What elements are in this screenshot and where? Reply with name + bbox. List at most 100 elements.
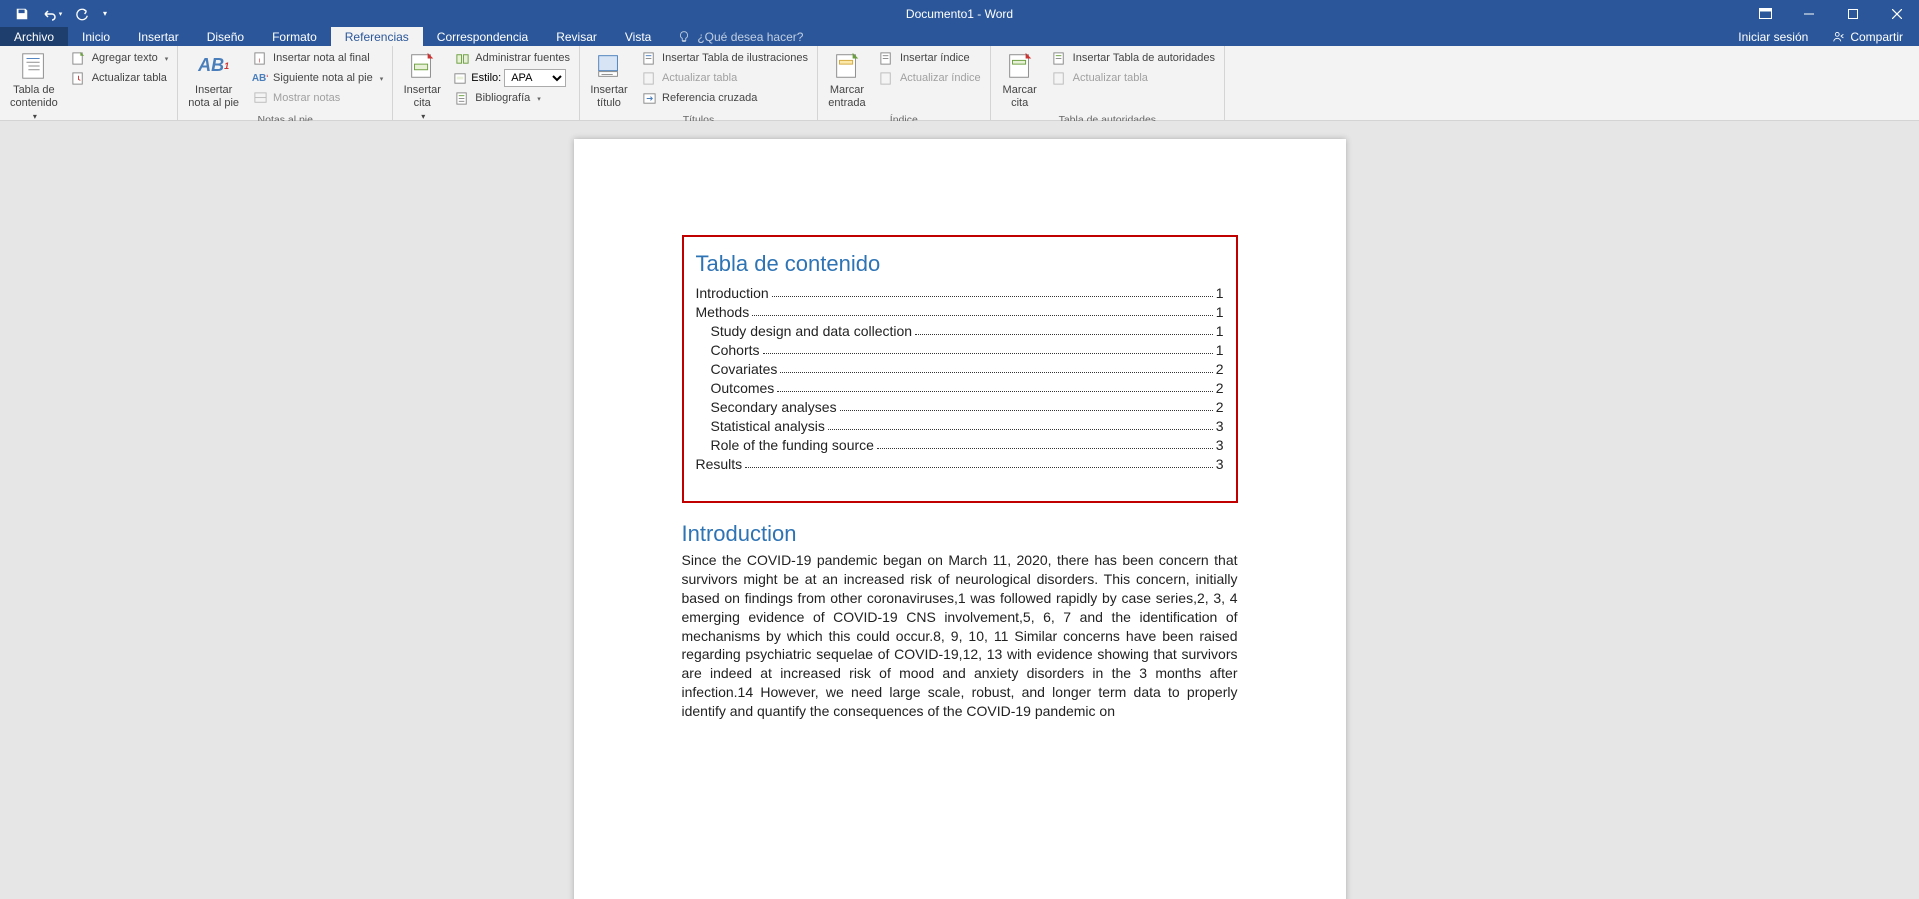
group-captions: Insertar título Insertar Tabla de ilustr… <box>580 46 818 120</box>
ribbon-display-options[interactable] <box>1743 0 1787 27</box>
toc-button-label: Tabla de contenido <box>10 84 58 110</box>
toc-leader-dots <box>840 399 1213 411</box>
add-text-icon <box>71 50 87 66</box>
update-table-icon <box>641 70 657 86</box>
insert-index-icon <box>879 50 895 66</box>
toc-entry[interactable]: Statistical analysis 3 <box>696 418 1224 434</box>
toc-entry-label: Study design and data collection <box>711 323 913 339</box>
toc-leader-dots <box>777 380 1212 392</box>
window-controls <box>1743 0 1919 27</box>
tell-me-placeholder: ¿Qué desea hacer? <box>697 30 803 44</box>
toc-entry-page: 3 <box>1216 437 1224 453</box>
insert-toa-label: Insertar Tabla de autoridades <box>1073 52 1215 64</box>
tab-mailings[interactable]: Correspondencia <box>423 27 542 46</box>
document-area[interactable]: Tabla de contenido Introduction1 Methods1… <box>0 121 1919 899</box>
insert-endnote-label: Insertar nota al final <box>273 52 370 64</box>
citation-icon <box>406 50 438 82</box>
group-authorities: Marcar cita Insertar Tabla de autoridade… <box>991 46 1225 120</box>
toc-entry[interactable]: Methods1 <box>696 304 1224 320</box>
tab-home[interactable]: Inicio <box>68 27 124 46</box>
insert-toa-button[interactable]: Insertar Tabla de autoridades <box>1047 48 1220 68</box>
mark-entry-button[interactable]: Marcar entrada <box>822 48 872 112</box>
update-toa-icon <box>1052 70 1068 86</box>
insert-endnote-button[interactable]: i Insertar nota al final <box>247 48 388 68</box>
citation-style-select[interactable]: APA <box>504 69 566 87</box>
maximize-button[interactable] <box>1831 0 1875 27</box>
tab-view[interactable]: Vista <box>611 27 665 46</box>
toc-entry-page: 2 <box>1216 361 1224 377</box>
undo-button[interactable]: ▾ <box>38 2 66 26</box>
tab-design[interactable]: Diseño <box>193 27 258 46</box>
insert-footnote-button[interactable]: AB1 Insertar nota al pie <box>182 48 245 112</box>
toc-entry-page: 1 <box>1216 304 1224 320</box>
update-toa-button[interactable]: Actualizar tabla <box>1047 68 1220 88</box>
insert-footnote-label: Insertar nota al pie <box>188 84 239 110</box>
style-label: Estilo: <box>471 72 501 84</box>
toc-entry-page: 2 <box>1216 380 1224 396</box>
toc-entry-page: 3 <box>1216 456 1224 472</box>
insert-index-button[interactable]: Insertar índice <box>874 48 986 68</box>
tab-insert[interactable]: Insertar <box>124 27 193 46</box>
ribbon: Tabla de contenido Agregar texto Actuali… <box>0 46 1919 121</box>
next-footnote-icon: A⁠B¹ <box>252 70 268 86</box>
group-footnotes: AB1 Insertar nota al pie i Insertar nota… <box>178 46 393 120</box>
show-notes-icon <box>252 90 268 106</box>
toc-entry[interactable]: Secondary analyses2 <box>696 399 1224 415</box>
next-footnote-button[interactable]: A⁠B¹ Siguiente nota al pie <box>247 68 388 88</box>
toc-leader-dots <box>828 418 1213 430</box>
update-toc-label: Actualizar tabla <box>92 72 167 84</box>
toc-entry[interactable]: Covariates2 <box>696 361 1224 377</box>
caption-icon <box>593 50 625 82</box>
toc-entry[interactable]: Cohorts1 <box>696 342 1224 358</box>
toc-entry[interactable]: Study design and data collection1 <box>696 323 1224 339</box>
insert-toa-icon <box>1052 50 1068 66</box>
manage-sources-label: Administrar fuentes <box>475 52 570 64</box>
toc-entry[interactable]: Outcomes2 <box>696 380 1224 396</box>
toc-heading: Tabla de contenido <box>696 251 1224 277</box>
group-citations: Insertar cita Administrar fuentes Estilo… <box>393 46 580 120</box>
close-button[interactable] <box>1875 0 1919 27</box>
toc-entry-page: 1 <box>1216 342 1224 358</box>
update-toc-button[interactable]: Actualizar tabla <box>66 68 174 88</box>
toc-entry[interactable]: Results3 <box>696 456 1224 472</box>
share-button[interactable]: Compartir <box>1822 30 1913 44</box>
toc-leader-dots <box>877 437 1213 449</box>
toc-field[interactable]: Tabla de contenido Introduction1 Methods1… <box>682 235 1238 503</box>
mark-entry-label: Marcar entrada <box>828 84 865 110</box>
insert-caption-button[interactable]: Insertar título <box>584 48 634 112</box>
citation-style-row: Estilo: APA <box>449 68 575 88</box>
toc-entry-label: Statistical analysis <box>711 418 825 434</box>
toc-leader-dots <box>752 304 1213 316</box>
insert-citation-button[interactable]: Insertar cita <box>397 48 447 126</box>
update-icon <box>71 70 87 86</box>
toc-button[interactable]: Tabla de contenido <box>4 48 64 126</box>
cross-reference-button[interactable]: Referencia cruzada <box>636 88 813 108</box>
mark-citation-button[interactable]: Marcar cita <box>995 48 1045 112</box>
insert-caption-label: Insertar título <box>590 84 627 110</box>
show-notes-button[interactable]: Mostrar notas <box>247 88 388 108</box>
tab-review[interactable]: Revisar <box>542 27 611 46</box>
group-toc: Tabla de contenido Agregar texto Actuali… <box>0 46 178 120</box>
tab-layout[interactable]: Formato <box>258 27 331 46</box>
qat-customize[interactable]: ▾ <box>98 2 112 26</box>
update-captions-table-button[interactable]: Actualizar tabla <box>636 68 813 88</box>
bibliography-button[interactable]: Bibliografía <box>449 88 575 108</box>
minimize-button[interactable] <box>1787 0 1831 27</box>
ribbon-tabstrip: Archivo Inicio Insertar Diseño Formato R… <box>0 27 1919 46</box>
signin-button[interactable]: Iniciar sesión <box>1728 30 1818 44</box>
tab-file[interactable]: Archivo <box>0 27 68 46</box>
update-index-button[interactable]: Actualizar índice <box>874 68 986 88</box>
lightbulb-icon <box>677 30 691 44</box>
add-text-button[interactable]: Agregar texto <box>66 48 174 68</box>
tell-me-search[interactable]: ¿Qué desea hacer? <box>665 27 815 46</box>
tab-references[interactable]: Referencias <box>331 27 423 46</box>
toc-entry-page: 3 <box>1216 418 1224 434</box>
save-button[interactable] <box>8 2 36 26</box>
manage-sources-button[interactable]: Administrar fuentes <box>449 48 575 68</box>
toc-entry[interactable]: Role of the funding source3 <box>696 437 1224 453</box>
redo-button[interactable] <box>68 2 96 26</box>
cross-reference-label: Referencia cruzada <box>662 92 757 104</box>
toc-entry[interactable]: Introduction1 <box>696 285 1224 301</box>
insert-table-figures-button[interactable]: Insertar Tabla de ilustraciones <box>636 48 813 68</box>
toc-leader-dots <box>780 361 1212 373</box>
